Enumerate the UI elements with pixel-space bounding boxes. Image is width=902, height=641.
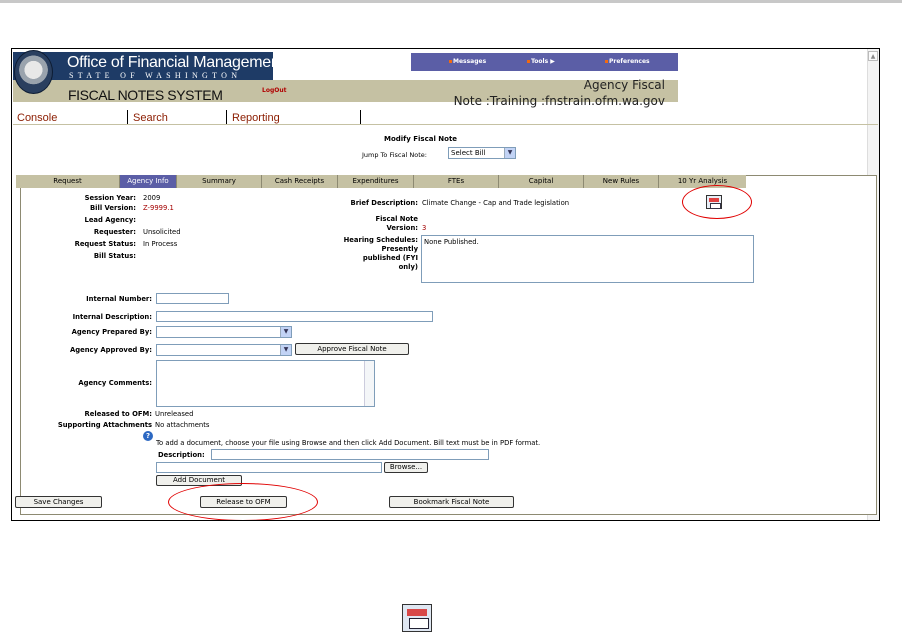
internal-number-label: Internal Number: — [86, 295, 152, 303]
bill-status-label: Bill Status: — [93, 252, 136, 260]
nav-reporting[interactable]: Reporting — [232, 112, 280, 124]
system-title: FISCAL NOTES SYSTEM — [68, 87, 223, 103]
tab-ftes[interactable]: FTEs — [414, 175, 499, 188]
chevron-down-icon: ▼ — [504, 148, 515, 158]
top-nav-tools[interactable]: Tools ▶ — [527, 58, 555, 65]
hearing-fyi-label: only) — [398, 263, 418, 271]
bullet-icon — [449, 60, 452, 63]
environment-subtitle: Note :Training :fnstrain.ofm.wa.gov — [453, 94, 665, 108]
lead-agency-label: Lead Agency: — [84, 216, 136, 224]
add-document-help-text: To add a document, choose your file usin… — [156, 439, 541, 447]
page-title: Modify Fiscal Note — [384, 135, 458, 143]
agency-comments-label: Agency Comments: — [78, 379, 152, 387]
version-value: 3 — [422, 224, 427, 232]
bullet-icon — [527, 60, 530, 63]
org-title: Office of Financial Management — [67, 54, 284, 71]
brief-description-value: Climate Change - Cap and Trade legislati… — [422, 199, 570, 207]
brief-description-label: Brief Description: — [350, 199, 418, 207]
approve-fiscal-note-button[interactable]: Approve Fiscal Note — [295, 343, 409, 355]
help-icon[interactable]: ? — [143, 431, 153, 441]
org-subtitle: STATE OF WASHINGTON — [69, 71, 242, 80]
browser-frame: ▲ Office of Financial Management STATE O… — [11, 48, 880, 521]
tab-request[interactable]: Request — [16, 175, 120, 188]
released-to-ofm-value: Unreleased — [155, 410, 194, 418]
session-year-value: 2009 — [143, 194, 161, 202]
agency-info-panel — [20, 175, 877, 515]
hearing-presently-label: Presently — [381, 245, 418, 253]
supporting-attachments-label: Supporting Attachments — [57, 421, 152, 429]
fiscal-note-label: Fiscal Note — [375, 215, 418, 223]
internal-description-input[interactable] — [156, 311, 433, 322]
internal-number-input[interactable] — [156, 293, 229, 304]
agency-prepared-by-select[interactable]: ▼ — [156, 326, 292, 338]
nav-separator — [127, 110, 128, 124]
environment-title: Agency Fiscal — [583, 78, 665, 92]
top-nav-preferences[interactable]: Preferences — [605, 58, 650, 65]
chevron-down-icon: ▼ — [280, 327, 291, 337]
top-nav-messages[interactable]: Messages — [449, 58, 486, 65]
tab-expenditures[interactable]: Expenditures — [338, 175, 414, 188]
released-to-ofm-label: Released to OFM: — [84, 410, 152, 418]
console-nav: Console Search Reporting — [13, 109, 878, 125]
document-file-input[interactable] — [156, 462, 382, 473]
submenu-arrow-icon: ▶ — [550, 58, 555, 65]
highlight-oval-release — [168, 483, 318, 520]
bill-version-value: Z-9999.1 — [143, 204, 174, 212]
hearing-schedules-box: None Published. — [421, 235, 754, 283]
report-icon — [402, 604, 432, 632]
top-nav-label: Messages — [453, 58, 487, 65]
bullet-icon — [605, 60, 608, 63]
top-divider — [0, 0, 902, 3]
supporting-attachments-value: No attachments — [155, 421, 210, 429]
requester-value: Unsolicited — [143, 228, 181, 236]
request-status-value: In Process — [143, 240, 178, 248]
top-nav-label: Preferences — [609, 58, 650, 65]
highlight-oval-report — [682, 185, 752, 219]
hearing-schedules-label: Hearing Schedules: — [343, 236, 418, 244]
internal-description-label: Internal Description: — [72, 313, 152, 321]
jump-to-value: Select Bill — [451, 149, 486, 157]
version-label: Version: — [386, 224, 418, 232]
description-label: Description: — [158, 451, 205, 459]
document-description-input[interactable] — [211, 449, 489, 460]
jump-to-select[interactable]: Select Bill ▼ — [448, 147, 516, 159]
save-changes-button[interactable]: Save Changes — [15, 496, 102, 508]
scroll-up-icon[interactable]: ▲ — [868, 51, 878, 61]
top-nav: Messages Tools ▶ Preferences — [411, 53, 678, 71]
bill-version-label: Bill Version: — [90, 204, 136, 212]
requester-label: Requester: — [93, 228, 136, 236]
state-seal-icon — [14, 50, 53, 94]
top-nav-label: Tools — [531, 58, 549, 65]
bookmark-fiscal-note-button[interactable]: Bookmark Fiscal Note — [389, 496, 514, 508]
logout-link[interactable]: LogOut — [262, 87, 286, 94]
agency-comments-textarea[interactable] — [156, 360, 375, 407]
jump-to-label: Jump To Fiscal Note: — [362, 151, 427, 159]
agency-prepared-by-label: Agency Prepared By: — [71, 328, 152, 336]
tab-new-rules[interactable]: New Rules — [584, 175, 659, 188]
request-status-label: Request Status: — [74, 240, 136, 248]
tab-summary[interactable]: Summary — [177, 175, 262, 188]
hearing-schedules-value: None Published. — [424, 238, 479, 246]
comments-scrollbar[interactable] — [364, 361, 374, 406]
hearing-published-label: published (FYI — [362, 254, 418, 262]
browse-button[interactable]: Browse... — [384, 462, 428, 473]
tab-bar: Request Agency Info Summary Cash Receipt… — [16, 175, 746, 188]
agency-approved-by-label: Agency Approved By: — [69, 346, 152, 354]
tab-agency-info[interactable]: Agency Info — [120, 175, 177, 188]
chevron-down-icon: ▼ — [280, 345, 291, 355]
nav-console[interactable]: Console — [17, 112, 57, 124]
tab-capital[interactable]: Capital — [499, 175, 584, 188]
tab-cash-receipts[interactable]: Cash Receipts — [262, 175, 338, 188]
nav-separator — [226, 110, 227, 124]
nav-search[interactable]: Search — [133, 112, 168, 124]
agency-approved-by-select[interactable]: ▼ — [156, 344, 292, 356]
nav-separator — [360, 110, 361, 124]
session-year-label: Session Year: — [84, 194, 136, 202]
